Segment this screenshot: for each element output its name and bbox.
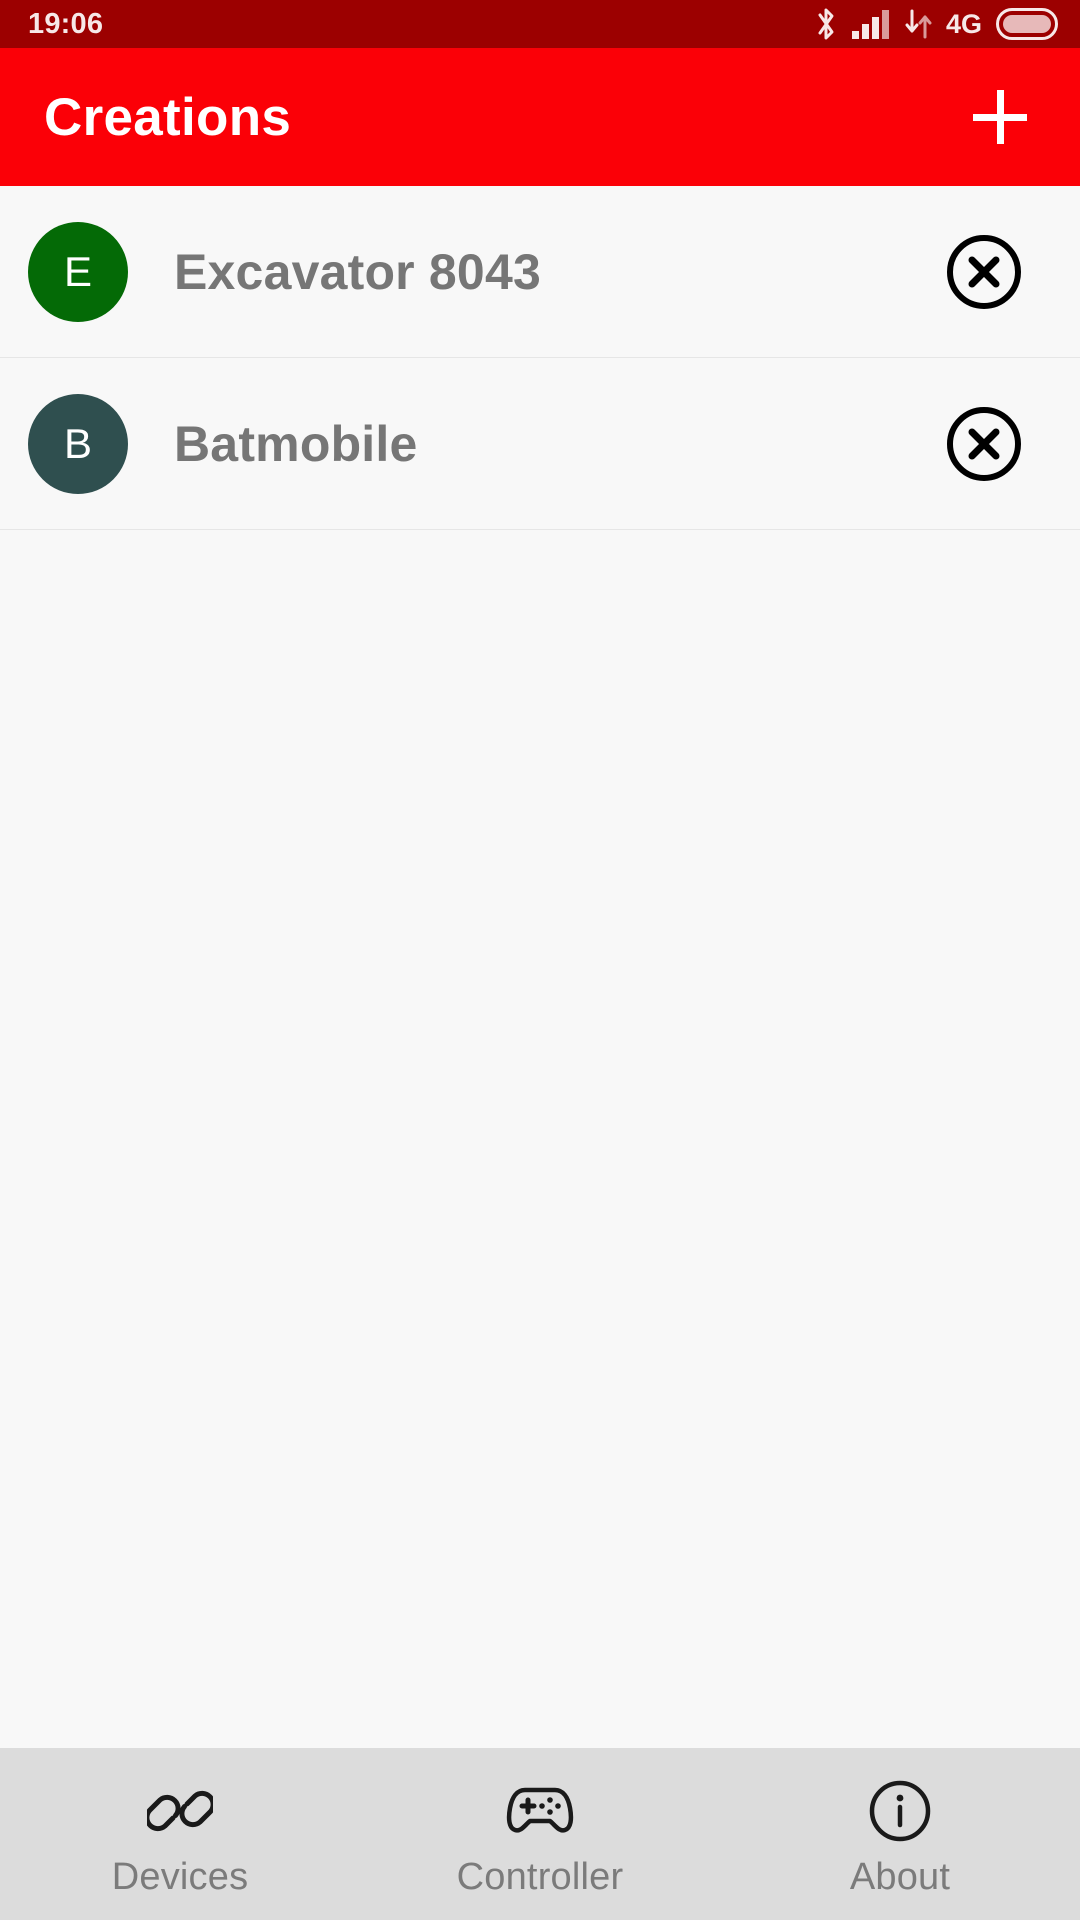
list-item[interactable]: E Excavator 8043 <box>0 186 1080 358</box>
nav-tab-controller[interactable]: Controller <box>360 1748 720 1920</box>
close-circle-icon <box>945 405 1023 483</box>
remove-creation-button[interactable] <box>942 230 1026 314</box>
info-circle-icon <box>868 1778 932 1844</box>
battery-icon <box>996 8 1058 40</box>
link-chain-icon <box>147 1778 213 1844</box>
avatar: E <box>28 221 128 322</box>
nav-tab-about[interactable]: About <box>720 1748 1080 1920</box>
gamepad-icon <box>503 1778 577 1844</box>
remove-creation-button[interactable] <box>942 402 1026 486</box>
nav-tab-label: Devices <box>111 1856 249 1898</box>
data-transfer-icon <box>904 9 934 39</box>
status-clock: 19:06 <box>28 7 104 40</box>
nav-tab-label: About <box>849 1856 951 1898</box>
avatar: B <box>28 393 128 494</box>
network-type-label: 4G <box>945 8 982 39</box>
nav-tab-label: Controller <box>456 1856 624 1898</box>
nav-tab-devices[interactable]: Devices <box>0 1748 360 1920</box>
status-icon-tray: 4G <box>814 7 1058 41</box>
bottom-navigation-bar: Devices Controller About <box>0 1748 1080 1920</box>
add-creation-button[interactable] <box>960 77 1040 157</box>
list-item[interactable]: B Batmobile <box>0 358 1080 530</box>
app-bar: Creations <box>0 48 1080 186</box>
close-circle-icon <box>945 233 1023 311</box>
bluetooth-icon <box>814 7 838 41</box>
status-bar: 19:06 4G <box>0 0 1080 48</box>
creation-name: Excavator 8043 <box>174 246 541 297</box>
creations-list: E Excavator 8043 B Batmobile <box>0 186 1080 1748</box>
avatar-initial: B <box>63 419 92 467</box>
signal-bars-icon <box>851 9 890 39</box>
avatar-initial: E <box>63 247 92 295</box>
page-title: Creations <box>44 87 292 147</box>
app-screen: 19:06 4G Creations E Excavator 8043 B Ba… <box>0 0 1080 1920</box>
creation-name: Batmobile <box>174 418 418 469</box>
